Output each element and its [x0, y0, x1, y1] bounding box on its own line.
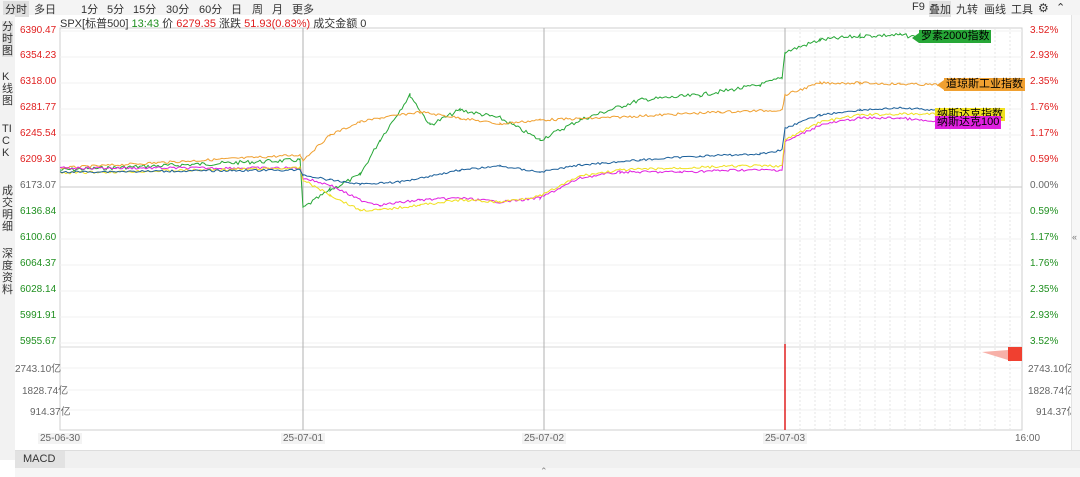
legend-nasdaq100[interactable]: 纳斯达克100: [935, 116, 1002, 129]
draw-line-button[interactable]: 画线: [984, 1, 1006, 17]
bottom-resize-bar[interactable]: ⌃: [15, 466, 1080, 477]
x-tick-date: 25-07-02: [522, 433, 567, 444]
collapse-left-icon[interactable]: «: [1072, 232, 1077, 242]
percent-tick: 0.59%: [1030, 206, 1059, 217]
percent-tick: 3.52%: [1030, 25, 1059, 36]
price-tick: 5991.91: [20, 310, 57, 321]
jiuzhuan-button[interactable]: 九转: [956, 1, 978, 17]
price-tick: 6245.54: [20, 128, 57, 139]
symbol-name: SPX[标普500]: [60, 18, 129, 30]
percent-tick: 1.76%: [1030, 258, 1059, 269]
price-value: 6279.35: [176, 18, 216, 30]
quote-info-line: SPX[标普500] 13:43 价 6279.35 涨跌 51.93(0.83…: [60, 15, 366, 31]
price-tick: 6281.77: [20, 102, 57, 113]
marker-arrow: [982, 350, 1008, 360]
price-tick: 6318.00: [20, 76, 57, 87]
percent-tick: 0.00%: [1030, 180, 1059, 191]
percent-tick: 2.35%: [1030, 284, 1059, 295]
spx-main-line: [59, 106, 936, 186]
price-tick: 6390.47: [20, 25, 57, 36]
price-tick: 6354.23: [20, 50, 57, 61]
volume-tick: 1828.74亿: [22, 386, 69, 397]
x-tick-date: 25-06-30: [38, 433, 83, 444]
x-tick-close: 16:00: [1015, 433, 1041, 444]
nasdaq-line: [59, 112, 936, 212]
percent-tick: 2.93%: [1030, 50, 1059, 61]
price-tick: 6209.30: [20, 154, 57, 165]
amount-value: 0: [360, 18, 367, 30]
percent-tick: 1.17%: [1030, 128, 1059, 139]
price-label: 价: [162, 18, 174, 30]
russell2000-line: [59, 32, 917, 209]
settings-icon[interactable]: ⚙: [1038, 1, 1049, 15]
chart-frame: [59, 27, 1023, 431]
price-tick: 6136.84: [20, 206, 57, 217]
collapse-up-icon[interactable]: ⌃: [1056, 1, 1065, 14]
overlay-lines: [59, 32, 1008, 430]
price-tick: 5955.67: [20, 336, 57, 347]
f9-button[interactable]: F9: [912, 1, 925, 13]
side-tab-kline[interactable]: K线图: [2, 71, 13, 107]
volume-tick: 2743.10亿: [1028, 364, 1075, 375]
legend-russell2000[interactable]: 罗素2000指数: [919, 30, 992, 43]
percent-tick: 3.52%: [1030, 336, 1059, 347]
price-tick: 6100.60: [20, 232, 57, 243]
percent-tick: 2.35%: [1030, 76, 1059, 87]
current-marker: [1008, 347, 1022, 361]
percent-tick: 1.17%: [1030, 232, 1059, 243]
overlay-button[interactable]: 叠加: [929, 1, 951, 17]
x-tick-date: 25-07-03: [763, 433, 808, 444]
legend-pointer: [912, 33, 919, 43]
legend-dow-jones[interactable]: 道琼斯工业指数: [944, 78, 1025, 91]
price-tick: 6064.37: [20, 258, 57, 269]
chart-grid: [59, 27, 1023, 431]
side-tab-bar: 分时图 K线图 TICK 成交明细 深度资料: [0, 15, 15, 460]
right-collapse-strip[interactable]: «: [1071, 15, 1080, 460]
price-tick: 6173.07: [20, 180, 57, 191]
percent-tick: 2.93%: [1030, 310, 1059, 321]
period-toolbar: 分时 多日 1分 5分 15分 30分 60分 日 周 月 更多 F9 叠加 九…: [0, 0, 1080, 17]
side-tab-tick[interactable]: TICK: [2, 123, 13, 159]
side-tab-trade-detail[interactable]: 成交明细: [2, 185, 13, 233]
price-tick: 6028.14: [20, 284, 57, 295]
side-tab-timeshare[interactable]: 分时图: [2, 21, 13, 57]
expand-up-icon[interactable]: ⌃: [540, 466, 548, 477]
quote-time: 13:43: [131, 18, 160, 30]
percent-tick: 1.76%: [1030, 102, 1059, 113]
amount-label: 成交金额: [313, 18, 358, 30]
chart-canvas: [59, 27, 1023, 431]
volume-tick: 1828.74亿: [1028, 386, 1075, 397]
change-label: 涨跌: [219, 18, 242, 30]
legend-pointer: [937, 80, 944, 90]
volume-tick: 914.37亿: [30, 407, 71, 418]
tools-button[interactable]: 工具: [1011, 1, 1033, 17]
tab-multiday[interactable]: 多日: [34, 1, 56, 17]
volume-tick: 2743.10亿: [15, 364, 62, 375]
percent-tick: 0.59%: [1030, 154, 1059, 165]
x-tick-date: 25-07-01: [281, 433, 326, 444]
dow-jones-line: [59, 80, 945, 170]
side-tab-depth[interactable]: 深度资料: [2, 248, 13, 296]
change-value: 51.93(0.83%): [244, 18, 311, 30]
macd-tab[interactable]: MACD: [15, 451, 66, 468]
